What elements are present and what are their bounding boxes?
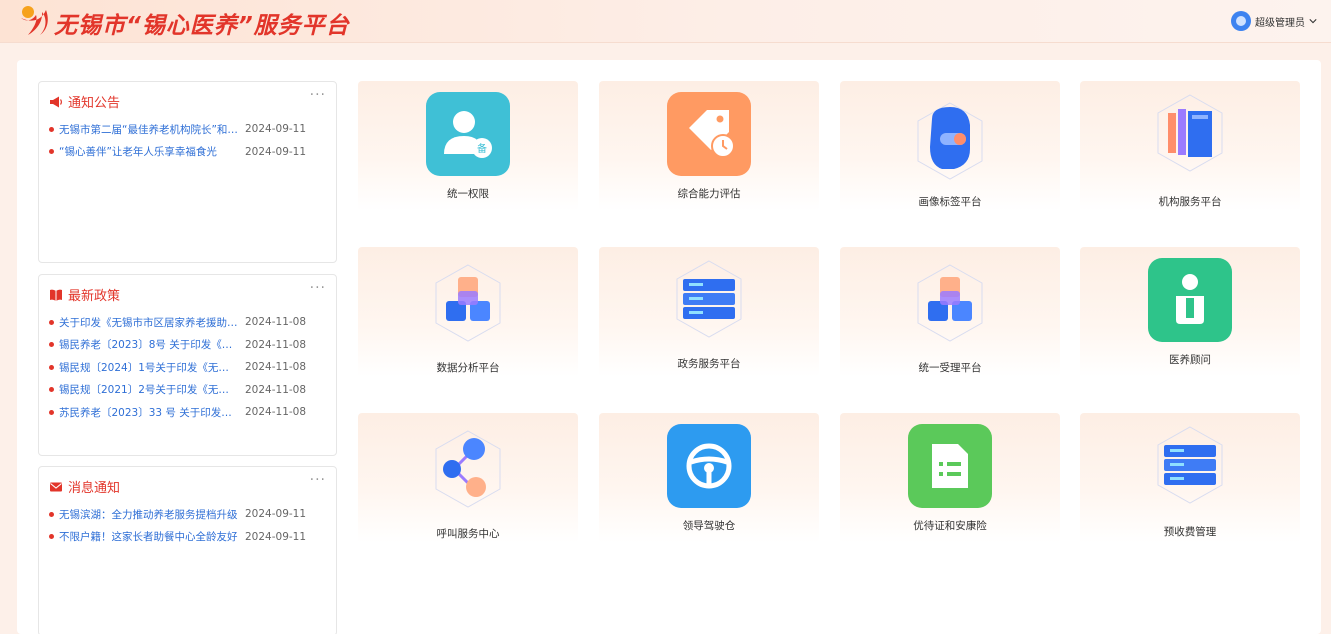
bullet-dot (49, 319, 54, 325)
tile-data-analysis[interactable]: 数据分析平台 (358, 247, 578, 377)
list-item[interactable]: 锡民规〔2024〕1号关于印发《无锡… 2024-11-08 (49, 356, 328, 379)
chevron-down-icon[interactable] (1309, 17, 1317, 25)
tile-portrait-platform[interactable]: 画像标签平台 (840, 81, 1060, 211)
tag-clock-icon (667, 92, 751, 176)
user-menu[interactable]: 超级管理员 (1231, 11, 1317, 31)
tile-prepaid-management[interactable]: 预收费管理 (1080, 413, 1300, 543)
bullet-dot (49, 409, 54, 415)
news-date: 2024-09-11 (245, 530, 307, 543)
tile-label: 优待证和安康险 (913, 520, 987, 532)
list-item[interactable]: 无锡市第二届“最佳养老机构院长”和“… 2024-09-11 (49, 118, 328, 141)
main-panel: 通知公告 ··· 无锡市第二届“最佳养老机构院长”和“… 2024-09-11 “… (17, 60, 1321, 634)
steering-wheel-icon (667, 424, 751, 508)
news-date: 2024-11-08 (245, 338, 307, 351)
user-name[interactable]: 超级管理员 (1255, 14, 1305, 29)
bullet-dot (49, 149, 54, 155)
tile-label: 预收费管理 (1163, 526, 1217, 538)
card-header: 最新政策 (49, 285, 120, 304)
tile-government-platform[interactable]: 政务服务平台 (599, 247, 819, 377)
list-item[interactable]: 关于印发《无锡市市区居家养老援助… 2024-11-08 (49, 311, 328, 334)
molecule-3d-icon (435, 430, 501, 508)
bullet-dot (49, 511, 54, 517)
card-title: 通知公告 (68, 96, 121, 111)
news-date: 2024-09-11 (245, 145, 307, 158)
tile-medical-advisor[interactable]: 医养顾问 (1080, 247, 1300, 377)
tile-leader-cockpit[interactable]: 领导驾驶仓 (599, 413, 819, 543)
bullet-dot (49, 534, 54, 540)
news-title[interactable]: “锡心善伴”让老年人乐享幸福食光 (59, 144, 239, 159)
news-title[interactable]: 苏民养老〔2023〕33 号 关于印发《… (59, 405, 239, 420)
news-date: 2024-11-08 (245, 316, 307, 329)
news-title[interactable]: 不限户籍！这家长者助餐中心全龄友好 (59, 529, 239, 544)
tile-label: 政务服务平台 (677, 358, 741, 370)
top-header: 无锡市“锡心医养”服务平台 超级管理员 (0, 0, 1331, 43)
server-3d-icon (1157, 426, 1223, 504)
list-item[interactable]: 苏民养老〔2023〕33 号 关于印发《… 2024-11-08 (49, 401, 328, 424)
tile-label: 数据分析平台 (436, 362, 500, 374)
tile-label: 领导驾驶仓 (682, 520, 736, 532)
bullet-dot (49, 342, 54, 348)
tile-label: 画像标签平台 (918, 196, 982, 208)
tile-call-center[interactable]: 呼叫服务中心 (358, 413, 578, 543)
list-item[interactable]: 锡民养老〔2023〕8号 关于印发《无… 2024-11-08 (49, 334, 328, 357)
news-title[interactable]: 无锡滨湖：全力推动养老服务提档升级 (59, 507, 239, 522)
bullet-dot (49, 364, 54, 370)
card-title: 最新政策 (68, 289, 121, 304)
news-date: 2024-09-11 (245, 508, 307, 521)
tile-label: 呼叫服务中心 (436, 528, 500, 540)
tile-institution-platform[interactable]: 机构服务平台 (1080, 81, 1300, 211)
card-header: 通知公告 (49, 92, 120, 111)
news-title[interactable]: 关于印发《无锡市市区居家养老援助… (59, 315, 239, 330)
tile-label: 统一权限 (447, 188, 489, 200)
mail-icon (50, 482, 62, 491)
tile-label: 医养顾问 (1169, 354, 1211, 366)
svg-text:备: 备 (477, 142, 487, 155)
notice-card: 通知公告 ··· 无锡市第二届“最佳养老机构院长”和“… 2024-09-11 “… (38, 81, 337, 263)
megaphone-icon (50, 96, 62, 107)
list-item[interactable]: “锡心善伴”让老年人乐享幸福食光 2024-09-11 (49, 141, 328, 164)
news-date: 2024-11-08 (245, 406, 307, 419)
news-date: 2024-09-11 (245, 123, 307, 136)
logo-icon (21, 6, 48, 35)
cubes-3d-icon (435, 264, 501, 342)
news-list: 无锡滨湖：全力推动养老服务提档升级 2024-09-11 不限户籍！这家长者助餐中… (49, 503, 328, 548)
tile-preferential-card[interactable]: 优待证和安康险 (840, 413, 1060, 543)
news-title[interactable]: 锡民养老〔2023〕8号 关于印发《无… (59, 337, 239, 352)
tile-label: 综合能力评估 (677, 188, 741, 200)
server-3d-icon (676, 260, 742, 338)
document-list-icon (908, 424, 992, 508)
news-list: 关于印发《无锡市市区居家养老援助… 2024-11-08 锡民养老〔2023〕8号… (49, 311, 328, 424)
tile-ability-assessment[interactable]: 综合能力评估 (599, 81, 819, 211)
list-item[interactable]: 锡民规〔2021〕2号关于印发《无锡… 2024-11-08 (49, 379, 328, 402)
tile-unified-permission[interactable]: 备 统一权限 (358, 81, 578, 211)
more-button[interactable]: ··· (310, 472, 326, 488)
news-date: 2024-11-08 (245, 361, 307, 374)
book-icon (50, 289, 62, 301)
tile-label: 统一受理平台 (918, 362, 982, 374)
user-badge-icon: 备 (426, 92, 510, 176)
info-person-icon (1148, 258, 1232, 342)
news-title[interactable]: 无锡市第二届“最佳养老机构院长”和“… (59, 122, 239, 137)
policy-card: 最新政策 ··· 关于印发《无锡市市区居家养老援助… 2024-11-08 锡民养… (38, 274, 337, 456)
news-title[interactable]: 锡民规〔2024〕1号关于印发《无锡… (59, 360, 239, 375)
message-card: 消息通知 ··· 无锡滨湖：全力推动养老服务提档升级 2024-09-11 不限户… (38, 466, 337, 634)
list-item[interactable]: 无锡滨湖：全力推动养老服务提档升级 2024-09-11 (49, 503, 328, 526)
card-header: 消息通知 (49, 477, 120, 496)
bullet-dot (49, 126, 54, 132)
books-3d-icon (1157, 94, 1223, 172)
cubes-3d-icon (917, 264, 983, 342)
news-list: 无锡市第二届“最佳养老机构院长”和“… 2024-09-11 “锡心善伴”让老年人… (49, 118, 328, 163)
list-item[interactable]: 不限户籍！这家长者助餐中心全龄友好 2024-09-11 (49, 526, 328, 549)
avatar[interactable] (1231, 11, 1251, 31)
more-button[interactable]: ··· (310, 280, 326, 296)
news-date: 2024-11-08 (245, 383, 307, 396)
portrait-3d-icon (917, 102, 983, 180)
more-button[interactable]: ··· (310, 87, 326, 103)
bullet-dot (49, 387, 54, 393)
app-title: 无锡市“锡心医养”服务平台 (54, 13, 350, 39)
tile-unified-acceptance[interactable]: 统一受理平台 (840, 247, 1060, 377)
tile-label: 机构服务平台 (1158, 196, 1222, 208)
news-title[interactable]: 锡民规〔2021〕2号关于印发《无锡… (59, 382, 239, 397)
card-title: 消息通知 (68, 481, 121, 496)
